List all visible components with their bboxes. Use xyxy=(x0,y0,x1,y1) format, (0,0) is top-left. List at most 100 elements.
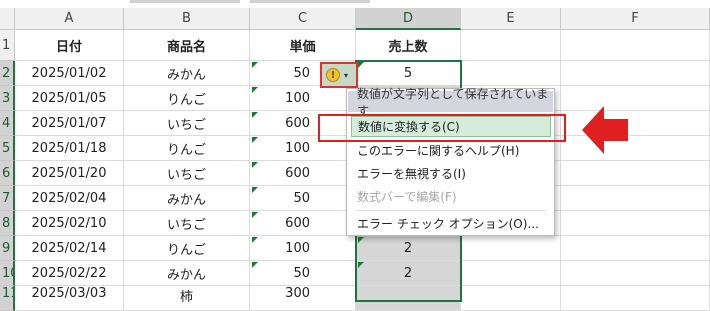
row-header[interactable]: 7 xyxy=(0,186,15,211)
price-value: 100 xyxy=(285,240,310,256)
empty-cell[interactable] xyxy=(561,30,710,61)
error-indicator xyxy=(252,262,258,268)
price-value: 50 xyxy=(293,265,310,281)
menu-item-ignore-error[interactable]: エラーを無視する(I) xyxy=(348,163,553,184)
date-cell[interactable]: 2025/02/04 xyxy=(15,186,124,211)
menu-item-edit-in-formula-bar: 数式バーで編集(F) xyxy=(357,190,457,204)
menu-header: 数値が文字列として保存されています xyxy=(348,87,553,118)
product-cell[interactable]: いちご xyxy=(124,211,250,236)
highlight-box xyxy=(318,114,566,142)
error-indicator xyxy=(252,87,258,93)
error-indicator xyxy=(252,162,258,168)
error-indicator xyxy=(252,212,258,218)
product-cell[interactable]: みかん xyxy=(124,61,250,86)
column-header-f[interactable]: F xyxy=(561,8,710,30)
error-indicator xyxy=(252,137,258,143)
menu-item-help[interactable]: このエラーに関するヘルプ(H) xyxy=(348,140,553,161)
select-all-corner[interactable] xyxy=(0,8,15,30)
menu-separator xyxy=(356,210,546,211)
header-cell-price[interactable]: 単価 xyxy=(250,30,356,61)
error-indicator xyxy=(252,62,258,68)
empty-cell[interactable] xyxy=(461,286,561,311)
warning-icon: ! xyxy=(326,68,340,82)
tab-strip-remnant xyxy=(130,0,240,3)
row-header[interactable]: 9 xyxy=(0,236,15,261)
error-indicator xyxy=(252,237,258,243)
empty-cell[interactable] xyxy=(461,30,561,61)
price-cell[interactable]: 300 xyxy=(250,286,356,311)
date-cell[interactable]: 2025/01/05 xyxy=(15,86,124,111)
header-cell-date[interactable]: 日付 xyxy=(15,30,124,61)
row-header[interactable]: 10 xyxy=(0,261,15,286)
row-header[interactable]: 4 xyxy=(0,111,15,136)
product-cell[interactable]: みかん xyxy=(124,261,250,286)
error-indicator xyxy=(358,237,364,243)
date-cell[interactable]: 2025/03/03 xyxy=(15,286,124,311)
chevron-down-icon: ▾ xyxy=(344,70,349,80)
qty-cell[interactable] xyxy=(356,286,461,311)
date-cell[interactable]: 2025/01/18 xyxy=(15,136,124,161)
price-value: 600 xyxy=(285,215,310,231)
product-cell[interactable]: りんご xyxy=(124,236,250,261)
date-cell[interactable]: 2025/01/07 xyxy=(15,111,124,136)
row-header[interactable]: 11 xyxy=(0,286,15,311)
pointer-arrow-icon xyxy=(582,106,628,154)
price-value: 300 xyxy=(285,286,310,301)
error-indicator xyxy=(252,112,258,118)
column-header-a[interactable]: A xyxy=(15,8,124,30)
price-value: 100 xyxy=(285,90,310,106)
column-header-e[interactable]: E xyxy=(461,8,561,30)
empty-cell[interactable] xyxy=(561,211,710,236)
tab-strip-remnant xyxy=(250,0,370,3)
column-header-c[interactable]: C xyxy=(250,8,356,30)
empty-cell[interactable] xyxy=(561,161,710,186)
error-indicator xyxy=(252,187,258,193)
qty-cell[interactable]: 2 xyxy=(356,261,461,286)
date-cell[interactable]: 2025/01/02 xyxy=(15,61,124,86)
price-cell[interactable]: 100 xyxy=(250,86,356,111)
empty-cell[interactable] xyxy=(561,261,710,286)
product-cell[interactable]: いちご xyxy=(124,161,250,186)
product-cell[interactable]: りんご xyxy=(124,136,250,161)
row-header[interactable]: 2 xyxy=(0,61,15,86)
price-cell[interactable]: 600 xyxy=(250,161,356,186)
column-header-d[interactable]: D xyxy=(356,8,461,30)
qty-value: 2 xyxy=(403,240,413,256)
qty-cell[interactable]: 2 xyxy=(356,236,461,261)
row-header[interactable]: 3 xyxy=(0,86,15,111)
empty-cell[interactable] xyxy=(561,236,710,261)
price-cell[interactable]: 600 xyxy=(250,211,356,236)
empty-cell[interactable] xyxy=(561,286,710,311)
menu-item-error-checking-options[interactable]: エラー チェック オプション(O)... xyxy=(348,213,553,234)
column-header-b[interactable]: B xyxy=(124,8,250,30)
empty-cell[interactable] xyxy=(561,61,710,86)
qty-value: 2 xyxy=(403,265,413,281)
price-cell[interactable]: 50 xyxy=(250,186,356,211)
row-header[interactable]: 1 xyxy=(0,30,15,61)
price-cell[interactable]: 50 xyxy=(250,261,356,286)
product-cell[interactable]: りんご xyxy=(124,86,250,111)
qty-cell[interactable]: 5 xyxy=(356,61,461,86)
empty-cell[interactable] xyxy=(461,61,561,86)
price-value: 100 xyxy=(285,140,310,156)
error-indicator xyxy=(358,62,364,68)
row-header[interactable]: 5 xyxy=(0,136,15,161)
date-cell[interactable]: 2025/01/20 xyxy=(15,161,124,186)
product-cell[interactable]: 柿 xyxy=(124,286,250,311)
date-cell[interactable]: 2025/02/22 xyxy=(15,261,124,286)
empty-cell[interactable] xyxy=(461,261,561,286)
row-header[interactable]: 8 xyxy=(0,211,15,236)
error-options-menu: 数値が文字列として保存されています 数値に変換する(C) このエラーに関するヘル… xyxy=(346,87,555,236)
header-cell-product[interactable]: 商品名 xyxy=(124,30,250,61)
price-cell[interactable]: 100 xyxy=(250,236,356,261)
header-cell-qty[interactable]: 売上数 xyxy=(356,30,461,61)
empty-cell[interactable] xyxy=(461,236,561,261)
error-check-button[interactable]: ! ▾ xyxy=(320,62,358,88)
empty-cell[interactable] xyxy=(561,186,710,211)
date-cell[interactable]: 2025/02/14 xyxy=(15,236,124,261)
product-cell[interactable]: みかん xyxy=(124,186,250,211)
row-header[interactable]: 6 xyxy=(0,161,15,186)
qty-value: 5 xyxy=(403,65,413,81)
date-cell[interactable]: 2025/02/10 xyxy=(15,211,124,236)
product-cell[interactable]: いちご xyxy=(124,111,250,136)
